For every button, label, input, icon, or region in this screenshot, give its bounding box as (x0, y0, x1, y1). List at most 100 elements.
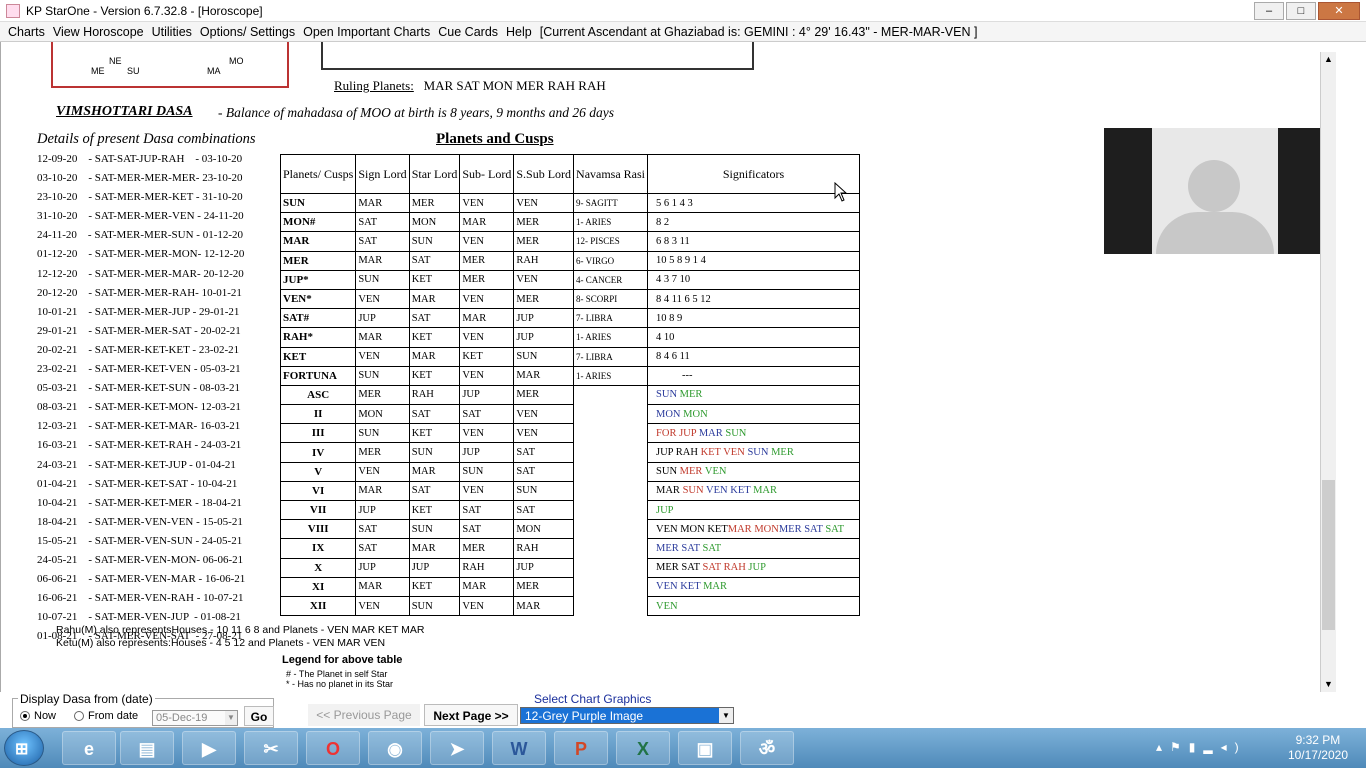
table-cell: KET (408, 499, 461, 521)
table-cell: JUP (355, 499, 410, 521)
close-button[interactable]: ✕ (1318, 2, 1360, 20)
menu-options-settings[interactable]: Options/ Settings (200, 25, 295, 39)
scroll-thumb[interactable] (1322, 480, 1335, 630)
significators-cell: MAR SUN VEN KET MAR (647, 480, 861, 502)
table-cell: 5 6 1 4 3 (647, 192, 861, 214)
chart-graphics-select[interactable]: 12-Grey Purple Image ▼ (520, 707, 734, 724)
go-button[interactable]: Go (244, 706, 274, 726)
zoom-icon[interactable]: ▣ (678, 731, 732, 765)
excel-icon[interactable]: X (616, 731, 670, 765)
dasa-row: 12-09-20 - SAT-SAT-JUP-RAH - 03-10-20 (37, 153, 243, 165)
telegram-icon[interactable]: ➤ (430, 731, 484, 765)
table-cell: SAT (355, 231, 410, 252)
significators-cell: SUN MER (647, 384, 861, 406)
date-value: 05-Dec-19 (156, 712, 208, 724)
table-cell: SUN (355, 269, 410, 290)
table-cell (573, 596, 649, 616)
dasa-row: 03-10-20 - SAT-MER-MER-MER- 23-10-20 (37, 172, 243, 185)
folder-icon[interactable]: ▤ (120, 731, 174, 765)
table-cell: MER (408, 192, 461, 214)
table-cell (573, 558, 649, 578)
dasa-row: 24-11-20 - SAT-MER-MER-SUN - 01-12-20 (37, 229, 244, 242)
powerpoint-icon[interactable]: P (554, 731, 608, 765)
planet-row: VEN* VEN MAR VEN MER 8- SCORPI 8 4 11 6 5 12 (279, 288, 861, 310)
scroll-up-icon[interactable]: ▲ (1321, 52, 1336, 67)
table-cell: RAH (459, 557, 515, 578)
scroll-down-icon[interactable]: ▼ (1321, 677, 1336, 692)
table-cell: SAT (408, 480, 461, 502)
dasa-row: 01-12-20 - SAT-MER-MER-MON- 12-12-20 (37, 248, 245, 261)
table-cell: MAR (459, 576, 515, 597)
clock[interactable]: 9:32 PM 10/17/2020 (1288, 733, 1348, 763)
significator: MER (679, 466, 705, 478)
menu-open-important-charts[interactable]: Open Important Charts (303, 25, 430, 39)
rahu-note: Rahu(M) also representsHouses - 10 11 6 … (56, 624, 425, 636)
table-cell: SAT (459, 519, 515, 540)
opera-icon[interactable]: O (306, 731, 360, 765)
menu-help[interactable]: Help (506, 25, 532, 39)
significator: SUN (656, 466, 680, 478)
next-page-button[interactable]: Next Page >> (424, 704, 518, 726)
table-cell: MER (355, 442, 410, 463)
table-cell: 8 4 6 11 (647, 346, 861, 367)
col-header: S.Sub Lord (513, 154, 575, 194)
table-cell (573, 577, 649, 597)
menu-cue-cards[interactable]: Cue Cards (438, 25, 498, 39)
chevron-down-icon[interactable]: ▼ (719, 708, 733, 723)
media-icon[interactable]: ▶ (182, 731, 236, 765)
table-cell: MER (459, 538, 515, 559)
chrome-icon[interactable]: ◉ (368, 731, 422, 765)
tray-icons[interactable]: ▴⚑▮▂◂) (1156, 740, 1247, 754)
table-cell: VEN (459, 423, 515, 444)
significators-cell: MER SAT SAT (647, 538, 861, 559)
birth-chart-fragment: NE ME SU MA MO (51, 42, 289, 88)
table-cell: RAH (408, 384, 461, 406)
avatar-placeholder (1104, 128, 1328, 254)
significator: MON (683, 408, 708, 420)
menu-view-horoscope[interactable]: View Horoscope (53, 25, 144, 39)
table-cell: JUP (355, 308, 410, 329)
cusp-row: VII JUP KET SAT SAT JUP (279, 499, 861, 521)
table-cell: MAR (459, 212, 515, 233)
col-header: Star Lord (408, 154, 461, 194)
table-cell: 6- VIRGO (573, 250, 649, 271)
table-cell: SUN (408, 519, 461, 540)
planet-row: JUP* SUN KET MER VEN 4- CANCER 4 3 7 10 (279, 269, 861, 290)
table-cell: JUP (355, 557, 410, 578)
menu-utilities[interactable]: Utilities (152, 25, 192, 39)
radio-unselected-icon[interactable] (74, 711, 84, 722)
ie-icon[interactable]: e (62, 731, 116, 765)
clock-time: 9:32 PM (1295, 733, 1341, 747)
date-picker[interactable]: 05-Dec-19 ▼ (152, 710, 238, 726)
table-cell (573, 519, 649, 539)
vertical-scrollbar[interactable]: ▲ ▼ (1320, 52, 1336, 692)
table-cell: VEN (459, 595, 515, 617)
word-icon[interactable]: W (492, 731, 546, 765)
previous-page-button[interactable]: << Previous Page (308, 704, 420, 726)
table-cell: MON (513, 519, 575, 540)
table-cell: SUN (513, 480, 575, 502)
om-icon[interactable]: ॐ (740, 731, 794, 765)
table-cell: IX (279, 538, 357, 559)
planet-row: MAR SAT SUN VEN MER 12- PISCES 6 8 3 11 (279, 231, 861, 252)
table-cell: KET (408, 327, 461, 348)
now-radio[interactable]: Now (20, 710, 56, 722)
chevron-down-icon[interactable]: ▼ (225, 711, 237, 725)
radio-selected-icon[interactable] (20, 711, 30, 722)
scissors-icon[interactable]: ✂ (244, 731, 298, 765)
minimize-button[interactable]: – (1254, 2, 1284, 20)
maximize-button[interactable]: □ (1286, 2, 1316, 20)
table-cell: VEN (459, 231, 515, 252)
table-cell: 7- LIBRA (573, 308, 649, 329)
table-cell: 1- ARIES (573, 365, 649, 386)
table-cell: SUN (408, 595, 461, 617)
dasa-row: 12-12-20 - SAT-MER-MER-MAR- 20-12-20 (37, 267, 244, 280)
from-date-label: From date (88, 710, 139, 722)
dasa-row: 16-06-21 - SAT-MER-VEN-RAH - 10-07-21 (37, 592, 244, 605)
dasa-list: 12-09-20 - SAT-SAT-JUP-RAH - 03-10-20 03-… (37, 150, 267, 646)
from-date-radio[interactable]: From date (74, 710, 138, 722)
menu-charts[interactable]: Charts (8, 25, 45, 39)
start-button[interactable]: ⊞ (4, 730, 44, 766)
table-cell: VI (279, 480, 357, 502)
significators-cell: VEN (647, 595, 861, 617)
